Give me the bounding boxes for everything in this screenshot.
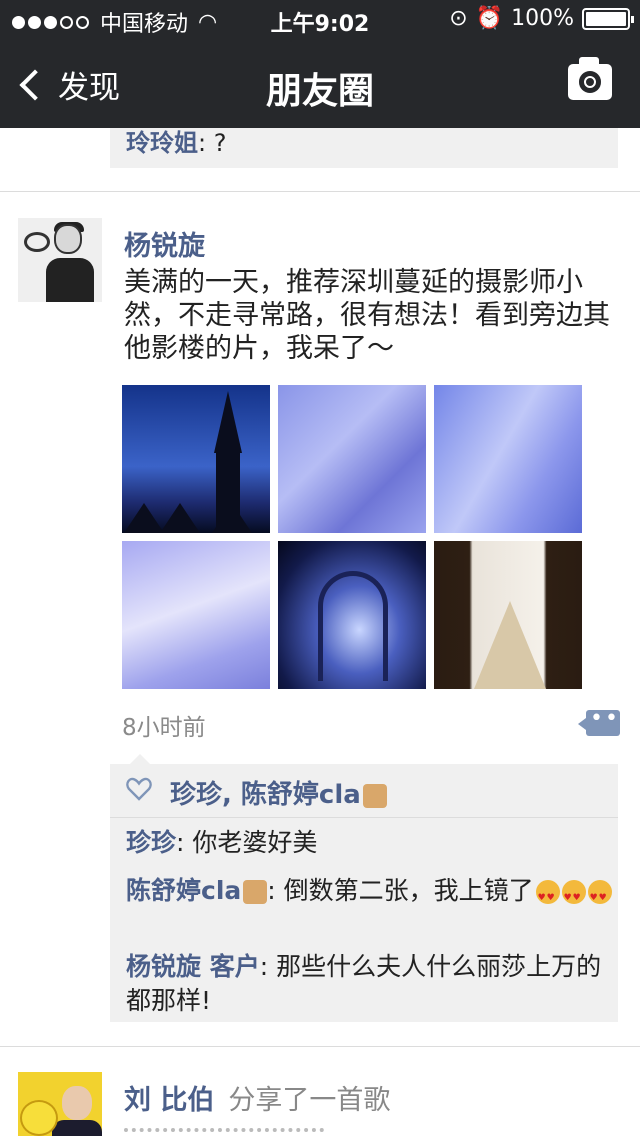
- post-timestamp: 8小时前: [122, 715, 206, 741]
- page-title: 朋友圈: [265, 71, 374, 112]
- battery-icon: [582, 7, 634, 30]
- heart-icon: [126, 777, 152, 801]
- post-photo[interactable]: [122, 541, 270, 689]
- post-photo[interactable]: [434, 541, 582, 689]
- post-photo[interactable]: [278, 385, 426, 533]
- twins-emoji: [243, 880, 268, 904]
- comments-box: 珍珍, 陈舒婷cla 珍珍: 你老婆好美 陈舒婷cla: 倒数第二张，我上镜了 …: [110, 764, 618, 1022]
- likes-names[interactable]: 珍珍, 陈舒婷cla: [170, 774, 387, 811]
- previous-post-comment: 玲玲姐: ?: [110, 128, 618, 168]
- twins-emoji: [362, 783, 387, 808]
- next-post-author[interactable]: 刘 比伯 分享了一首歌: [124, 1078, 390, 1117]
- comment-item[interactable]: 珍珍: 你老婆好美: [126, 826, 616, 860]
- comment-text: : ?: [198, 129, 227, 157]
- alarm-icon: ⏰: [475, 6, 504, 31]
- comment-icon[interactable]: [578, 706, 620, 736]
- heart-eyes-emoji: [561, 880, 586, 915]
- share-action: 分享了一首歌: [228, 1085, 391, 1116]
- post-author[interactable]: 杨锐旋: [124, 224, 205, 263]
- rotation-lock-icon: ⊙: [449, 6, 468, 31]
- comment-author[interactable]: 玲玲姐: [126, 129, 198, 157]
- camera-icon[interactable]: [568, 57, 612, 100]
- top-bar: 中国移动 ◠ 上午9:02 ⊙ ⏰ 100% 发现 朋友圈: [0, 0, 640, 128]
- comment-item[interactable]: 陈舒婷cla: 倒数第二张，我上镜了: [126, 874, 616, 915]
- post-text: 美满的一天，推荐深圳蔓延的摄影师小然，不走寻常路，很有想法！看到旁边其他影楼的片…: [124, 267, 610, 364]
- heart-eyes-emoji: [535, 880, 560, 915]
- avatar[interactable]: [18, 1072, 102, 1136]
- post-photo[interactable]: [434, 385, 582, 533]
- status-bar: 中国移动 ◠ 上午9:02 ⊙ ⏰ 100%: [0, 0, 640, 40]
- comment-item[interactable]: 杨锐旋 客户: 那些什么夫人什么丽莎上万的都那样!: [126, 950, 616, 1018]
- post-divider: [0, 1046, 640, 1047]
- heart-eyes-emoji: [587, 880, 612, 915]
- battery-percent: 100%: [511, 6, 574, 31]
- partial-content: [124, 1128, 324, 1136]
- post-divider: [0, 191, 640, 192]
- avatar[interactable]: [18, 218, 102, 302]
- likes-row: 珍珍, 陈舒婷cla: [110, 764, 618, 818]
- post-photo[interactable]: [278, 541, 426, 689]
- post-photo[interactable]: [122, 385, 270, 533]
